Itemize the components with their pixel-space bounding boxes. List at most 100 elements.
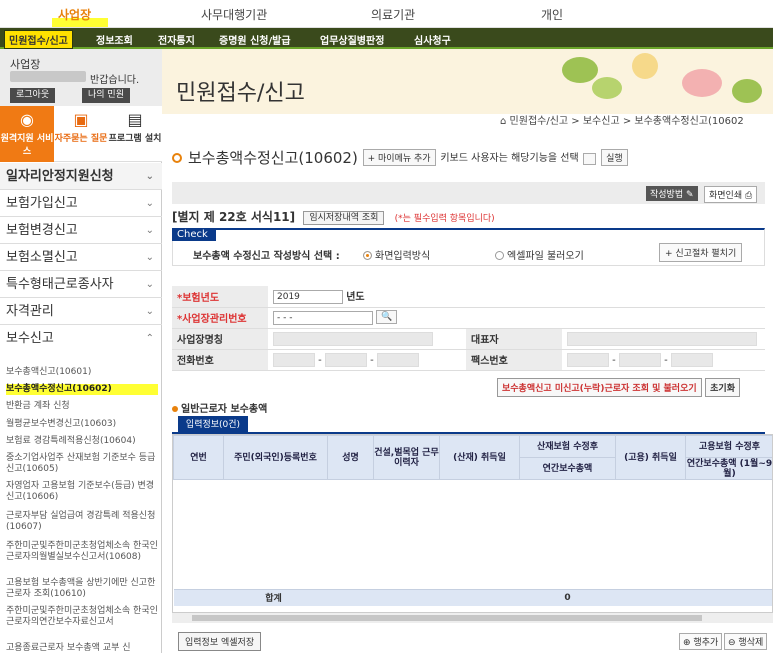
add-mymenu-button[interactable]: + 마이메뉴 추가 (363, 149, 436, 166)
sub-nav-cert[interactable]: 증명원 신청/발급 (219, 32, 291, 47)
radio-excel-input[interactable]: 엑셀파일 불러오기 (495, 247, 584, 262)
year-input[interactable]: 2019 (273, 290, 343, 304)
menu-insurance-end[interactable]: 보험소멸신고⌄ (0, 244, 162, 271)
sidebar-subitem[interactable]: 자영업자 고용보험 기준보수(등급) 변경신고(10606) (6, 481, 158, 503)
menu-special-workers[interactable]: 특수형태근로종사자⌄ (0, 271, 162, 298)
run-button[interactable]: 실행 (601, 149, 628, 166)
biz-no-input[interactable]: - - - (273, 311, 373, 325)
col-accident-total: 연간보수총액 (520, 458, 616, 480)
col-name: 성명 (328, 436, 374, 480)
menu-insurance-change[interactable]: 보험변경신고⌄ (0, 217, 162, 244)
pencil-icon: ✎ (686, 190, 694, 200)
print-button[interactable]: 화면인쇄 ⎙ (704, 186, 757, 203)
top-nav-business[interactable]: 사업장 (58, 6, 91, 23)
col-accident-acq: (산재) 취득일 (440, 436, 520, 480)
sidebar-subitem[interactable]: 주한미군및주한미군초청업체소속 한국인근로자의월별실보수신고서(10608) (6, 541, 158, 563)
col-seq: 연번 (174, 436, 224, 480)
program-install-button[interactable]: ▤프로그램 설치 (108, 106, 162, 162)
year-label: *보험년도 (177, 293, 219, 304)
sidebar-subitem[interactable]: 주한미군및주한미군초청업체소속 한국인근로자의연간보수자료신고서 (6, 606, 158, 628)
menu-qualification[interactable]: 자격관리⌄ (0, 298, 162, 325)
home-icon[interactable]: ⌂ (500, 116, 506, 127)
sidebar-subitem[interactable]: 보수총액신고(10601) (6, 367, 158, 378)
grid-body (174, 480, 773, 590)
menu-job-stability[interactable]: 일자리안정지원신청⌄ (0, 163, 162, 190)
page-header: 보수총액수정신고(10602) + 마이메뉴 추가 키보드 사용자는 해당기능을… (172, 147, 628, 168)
sidebar-subitem[interactable]: 고용종료근로자 보수총액 교부 신 (6, 643, 158, 654)
sum-value: 0 (520, 590, 616, 606)
add-row-button[interactable]: ⊕ 행추가 (679, 633, 722, 650)
sub-nav-info[interactable]: 정보조회 (96, 32, 133, 47)
sub-nav-civil[interactable]: 민원접수/신고 (4, 30, 73, 49)
user-org: 사업장 (10, 56, 40, 72)
chevron-down-icon: ⌄ (146, 190, 154, 217)
sub-nav-review[interactable]: 심사청구 (414, 32, 451, 47)
worker-grid: 연번 주민(외국인)등록번호 성명 건설,벌목업 근무이력자 (산재) 취득일 … (172, 434, 773, 621)
unreported-lookup-button[interactable]: 보수총액신고 미신고(누락)근로자 조회 및 불러오기 (497, 378, 702, 397)
method-label: 보수총액 수정신고 작성방식 선택 : (193, 247, 340, 262)
guide-button[interactable]: 작성방법 ✎ (646, 186, 698, 201)
method-selector: Check 보수총액 수정신고 작성방식 선택 : 화면입력방식 엑셀파일 불러… (172, 228, 765, 266)
fax-field (619, 353, 661, 367)
tab-input-info[interactable]: 입력정보(0건) (178, 416, 248, 434)
rep-label: 대표자 (466, 328, 562, 349)
radio-checked-icon (363, 251, 372, 260)
col-construction: 건설,벌목업 근무이력자 (374, 436, 440, 480)
col-employ-after: 고용보험 수정후 (686, 436, 773, 458)
page-toolbar: 작성방법 ✎ 화면인쇄 ⎙ (172, 182, 765, 204)
keyboard-checkbox[interactable] (583, 153, 596, 165)
reset-button[interactable]: 초기화 (705, 378, 740, 397)
minus-icon: ⊖ (728, 638, 736, 648)
top-nav-medical[interactable]: 의료기관 (371, 6, 415, 23)
chevron-down-icon: ⌄ (146, 271, 154, 298)
sidebar-subitem[interactable]: 중소기업사업주 산재보험 기준보수 등급신고(10605) (6, 453, 158, 475)
mypage-button[interactable]: 나의 민원 (82, 88, 130, 103)
sidebar-subitem-selected[interactable]: 보수총액수정신고(10602) (6, 384, 158, 395)
menu-insurance-join[interactable]: 보험가입신고⌄ (0, 190, 162, 217)
sidebar-subitem[interactable]: 고용보험 보수총액을 상반기에만 신고한 근로자 조회(10610) (6, 578, 158, 600)
sidebar-subitem[interactable]: 월평균보수변경신고(10603) (6, 419, 158, 430)
procedure-expand-button[interactable]: + 신고절차 펼치기 (659, 243, 742, 262)
chevron-down-icon: ⌄ (146, 163, 154, 190)
faq-button[interactable]: ▣자주묻는 질문 (54, 106, 108, 162)
radio-icon (495, 251, 504, 260)
chevron-down-icon: ⌄ (146, 298, 154, 325)
form-header: [별지 제 22호 서식11] 임시저장내역 조회 (*는 필수입력 항목입니다… (172, 208, 495, 225)
search-icon[interactable]: 🔍 (376, 310, 397, 324)
horizontal-scrollbar[interactable] (172, 612, 773, 623)
sidebar-subitem[interactable]: 근로자부담 실업급여 경감특례 적용신청(10607) (6, 511, 158, 533)
user-name-redacted (10, 71, 86, 82)
sub-nav-notice[interactable]: 전자통지 (158, 32, 195, 47)
user-greeting: 반갑습니다. (90, 71, 139, 86)
phone-field (273, 353, 315, 367)
sum-label: 합계 (174, 590, 374, 606)
top-nav-personal[interactable]: 개인 (541, 6, 563, 23)
delete-row-button[interactable]: ⊖ 행삭제 (724, 633, 767, 650)
user-box: 사업장 반갑습니다. 로그아웃 나의 민원 (0, 49, 162, 106)
biz-no-label: *사업장관리번호 (177, 314, 247, 325)
chevron-down-icon: ⌄ (146, 244, 154, 271)
sub-nav-disease[interactable]: 업무상질병판정 (320, 32, 384, 47)
sidebar-subitem[interactable]: 반환금 계좌 신청 (6, 401, 158, 412)
monitor-icon: ▤ (125, 111, 145, 129)
excel-save-button[interactable]: 입력정보 엑셀저장 (178, 632, 261, 651)
logout-button[interactable]: 로그아웃 (10, 88, 55, 103)
radio-screen-input[interactable]: 화면입력방식 (363, 247, 430, 262)
required-note: (*는 필수입력 항목입니다) (395, 214, 495, 224)
umbrella-decoration (682, 69, 722, 97)
chevron-up-icon: ⌃ (146, 325, 154, 352)
bullet-icon (172, 153, 182, 163)
sidebar-subitem[interactable]: 보험료 경감특례적용신청(10604) (6, 436, 158, 447)
leaf-decoration (732, 79, 762, 103)
fax-field (671, 353, 713, 367)
top-nav-agency[interactable]: 사무대행기관 (201, 6, 267, 23)
printer-icon: ⎙ (745, 191, 752, 201)
banner-title: 민원접수/신고 (176, 75, 305, 107)
remote-support-button[interactable]: ◉원격지원 서비스 (0, 106, 54, 162)
leaf-decoration (592, 77, 622, 99)
top-nav: 사업장 사무대행기관 의료기관 개인 (0, 0, 773, 28)
temp-save-button[interactable]: 임시저장내역 조회 (303, 211, 384, 225)
scroll-thumb[interactable] (192, 615, 702, 621)
chat-icon: ▣ (71, 111, 91, 129)
menu-pay-report[interactable]: 보수신고⌃ (0, 325, 162, 352)
